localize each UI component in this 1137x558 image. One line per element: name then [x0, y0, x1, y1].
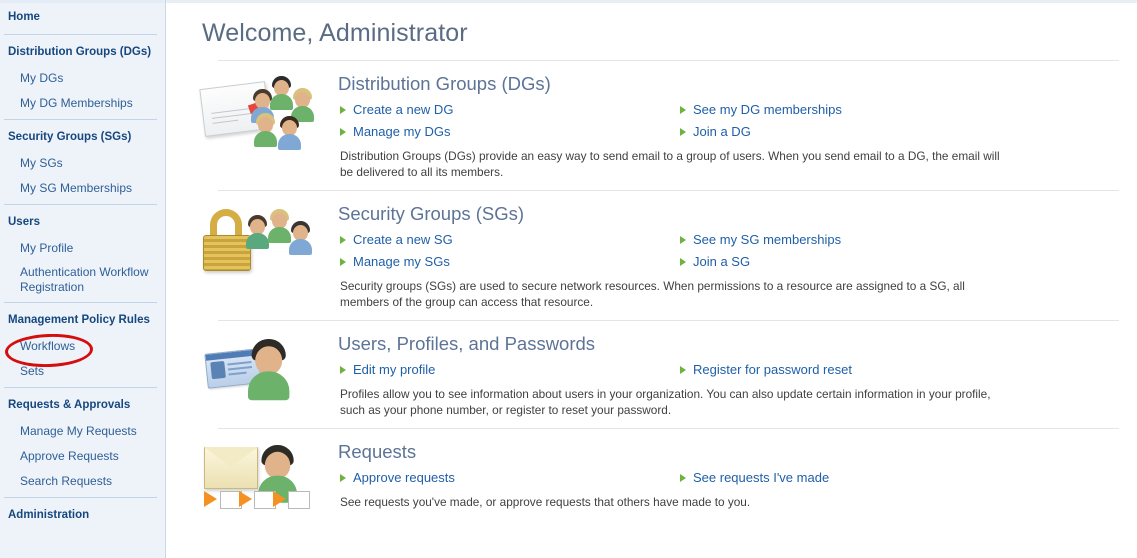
- nav-group-users: Users My Profile Authentication Workflow…: [0, 208, 165, 299]
- section-title: Distribution Groups (DGs): [338, 73, 1119, 95]
- section-security-groups: Security Groups (SGs) Create a new SG Se…: [166, 191, 1137, 310]
- green-arrow-bullet-icon: [340, 128, 346, 136]
- application-root: Home Distribution Groups (DGs) My DGs My…: [0, 0, 1137, 558]
- nav-group-home: Home: [0, 3, 165, 31]
- link-approve-requests[interactable]: Approve requests: [353, 469, 455, 486]
- section-links: Edit my profile Register for password re…: [338, 359, 1119, 380]
- nav-group-management-policy-rules: Management Policy Rules Workflows Sets: [0, 306, 165, 384]
- section-description: See requests you've made, or approve req…: [340, 495, 1012, 511]
- section-distribution-groups: Distribution Groups (DGs) Create a new D…: [166, 61, 1137, 180]
- section-title: Security Groups (SGs): [338, 203, 1119, 225]
- page-title: Welcome, Administrator: [166, 0, 1137, 48]
- sidebar-item-my-profile[interactable]: My Profile: [0, 236, 165, 261]
- sidebar-item-my-sgs[interactable]: My SGs: [0, 151, 165, 176]
- sidebar-item-sets[interactable]: Sets: [0, 359, 165, 384]
- padlock-with-people-icon: [196, 201, 324, 287]
- link-see-my-dg-memberships[interactable]: See my DG memberships: [693, 101, 842, 118]
- section-links: Create a new SG See my SG memberships Ma…: [338, 229, 1119, 272]
- link-row: Register for password reset: [678, 359, 1119, 380]
- sidebar-item-search-requests[interactable]: Search Requests: [0, 469, 165, 494]
- section-description: Security groups (SGs) are used to secure…: [340, 279, 1012, 310]
- link-row: Approve requests: [338, 467, 678, 488]
- link-manage-my-sgs[interactable]: Manage my SGs: [353, 253, 450, 270]
- green-arrow-bullet-icon: [340, 366, 346, 374]
- link-create-a-new-sg[interactable]: Create a new SG: [353, 231, 453, 248]
- sidebar-item-my-dg-memberships[interactable]: My DG Memberships: [0, 91, 165, 116]
- workflow-envelope-with-person-icon: [196, 439, 324, 525]
- sidebar-item-manage-my-requests[interactable]: Manage My Requests: [0, 419, 165, 444]
- sidebar-item-approve-requests[interactable]: Approve Requests: [0, 444, 165, 469]
- green-arrow-bullet-icon: [680, 128, 686, 136]
- nav-group-security-groups: Security Groups (SGs) My SGs My SG Membe…: [0, 123, 165, 201]
- nav-divider: [4, 34, 157, 35]
- section-title: Users, Profiles, and Passwords: [338, 333, 1119, 355]
- sidebar-item-home[interactable]: Home: [0, 3, 165, 31]
- nav-group-requests-approvals: Requests & Approvals Manage My Requests …: [0, 391, 165, 494]
- section-body: Requests Approve requests See requests I…: [324, 439, 1119, 511]
- sidebar-item-my-sg-memberships[interactable]: My SG Memberships: [0, 176, 165, 201]
- sidebar-heading-users[interactable]: Users: [0, 208, 165, 236]
- sidebar-heading-management-policy-rules[interactable]: Management Policy Rules: [0, 306, 165, 334]
- green-arrow-bullet-icon: [680, 236, 686, 244]
- envelope-with-people-icon: [196, 71, 324, 157]
- section-links: Create a new DG See my DG memberships Ma…: [338, 99, 1119, 142]
- link-join-a-sg[interactable]: Join a SG: [693, 253, 750, 270]
- sidebar-item-workflows[interactable]: Workflows: [0, 334, 165, 359]
- link-row: See my SG memberships: [678, 229, 1119, 250]
- section-body: Distribution Groups (DGs) Create a new D…: [324, 71, 1119, 180]
- green-arrow-bullet-icon: [680, 106, 686, 114]
- section-links: Approve requests See requests I've made: [338, 467, 1119, 488]
- link-row: Create a new SG: [338, 229, 678, 250]
- link-row: Join a SG: [678, 251, 1119, 272]
- link-row: Create a new DG: [338, 99, 678, 120]
- section-requests: Requests Approve requests See requests I…: [166, 429, 1137, 525]
- section-description: Distribution Groups (DGs) provide an eas…: [340, 149, 1012, 180]
- link-manage-my-dgs[interactable]: Manage my DGs: [353, 123, 451, 140]
- link-see-my-sg-memberships[interactable]: See my SG memberships: [693, 231, 841, 248]
- section-description: Profiles allow you to see information ab…: [340, 387, 1012, 418]
- sidebar-heading-security-groups[interactable]: Security Groups (SGs): [0, 123, 165, 151]
- section-title: Requests: [338, 441, 1119, 463]
- link-row: Edit my profile: [338, 359, 678, 380]
- link-row: Manage my SGs: [338, 251, 678, 272]
- link-join-a-dg[interactable]: Join a DG: [693, 123, 751, 140]
- link-see-requests-ive-made[interactable]: See requests I've made: [693, 469, 829, 486]
- nav-group-administration: Administration: [0, 501, 165, 529]
- link-create-a-new-dg[interactable]: Create a new DG: [353, 101, 453, 118]
- green-arrow-bullet-icon: [680, 258, 686, 266]
- person-with-id-card-icon: [196, 331, 324, 417]
- nav-divider: [4, 387, 157, 388]
- nav-divider: [4, 302, 157, 303]
- left-navigation-sidebar: Home Distribution Groups (DGs) My DGs My…: [0, 0, 166, 558]
- sidebar-item-authentication-workflow-registration[interactable]: Authentication Workflow Registration: [0, 261, 165, 299]
- green-arrow-bullet-icon: [680, 366, 686, 374]
- link-edit-my-profile[interactable]: Edit my profile: [353, 361, 435, 378]
- sidebar-heading-requests-approvals[interactable]: Requests & Approvals: [0, 391, 165, 419]
- main-content: Welcome, Administrator: [166, 0, 1137, 558]
- nav-group-distribution-groups: Distribution Groups (DGs) My DGs My DG M…: [0, 38, 165, 116]
- green-arrow-bullet-icon: [680, 474, 686, 482]
- link-row: See my DG memberships: [678, 99, 1119, 120]
- sidebar-heading-administration[interactable]: Administration: [0, 501, 165, 529]
- green-arrow-bullet-icon: [340, 258, 346, 266]
- section-users-profiles-passwords: Users, Profiles, and Passwords Edit my p…: [166, 321, 1137, 418]
- section-body: Users, Profiles, and Passwords Edit my p…: [324, 331, 1119, 418]
- link-register-for-password-reset[interactable]: Register for password reset: [693, 361, 852, 378]
- nav-divider: [4, 119, 157, 120]
- nav-divider: [4, 497, 157, 498]
- nav-divider: [4, 204, 157, 205]
- link-row: Manage my DGs: [338, 121, 678, 142]
- link-row: Join a DG: [678, 121, 1119, 142]
- green-arrow-bullet-icon: [340, 236, 346, 244]
- green-arrow-bullet-icon: [340, 474, 346, 482]
- section-body: Security Groups (SGs) Create a new SG Se…: [324, 201, 1119, 310]
- link-row: See requests I've made: [678, 467, 1119, 488]
- sidebar-item-my-dgs[interactable]: My DGs: [0, 66, 165, 91]
- green-arrow-bullet-icon: [340, 106, 346, 114]
- sidebar-heading-distribution-groups[interactable]: Distribution Groups (DGs): [0, 38, 165, 66]
